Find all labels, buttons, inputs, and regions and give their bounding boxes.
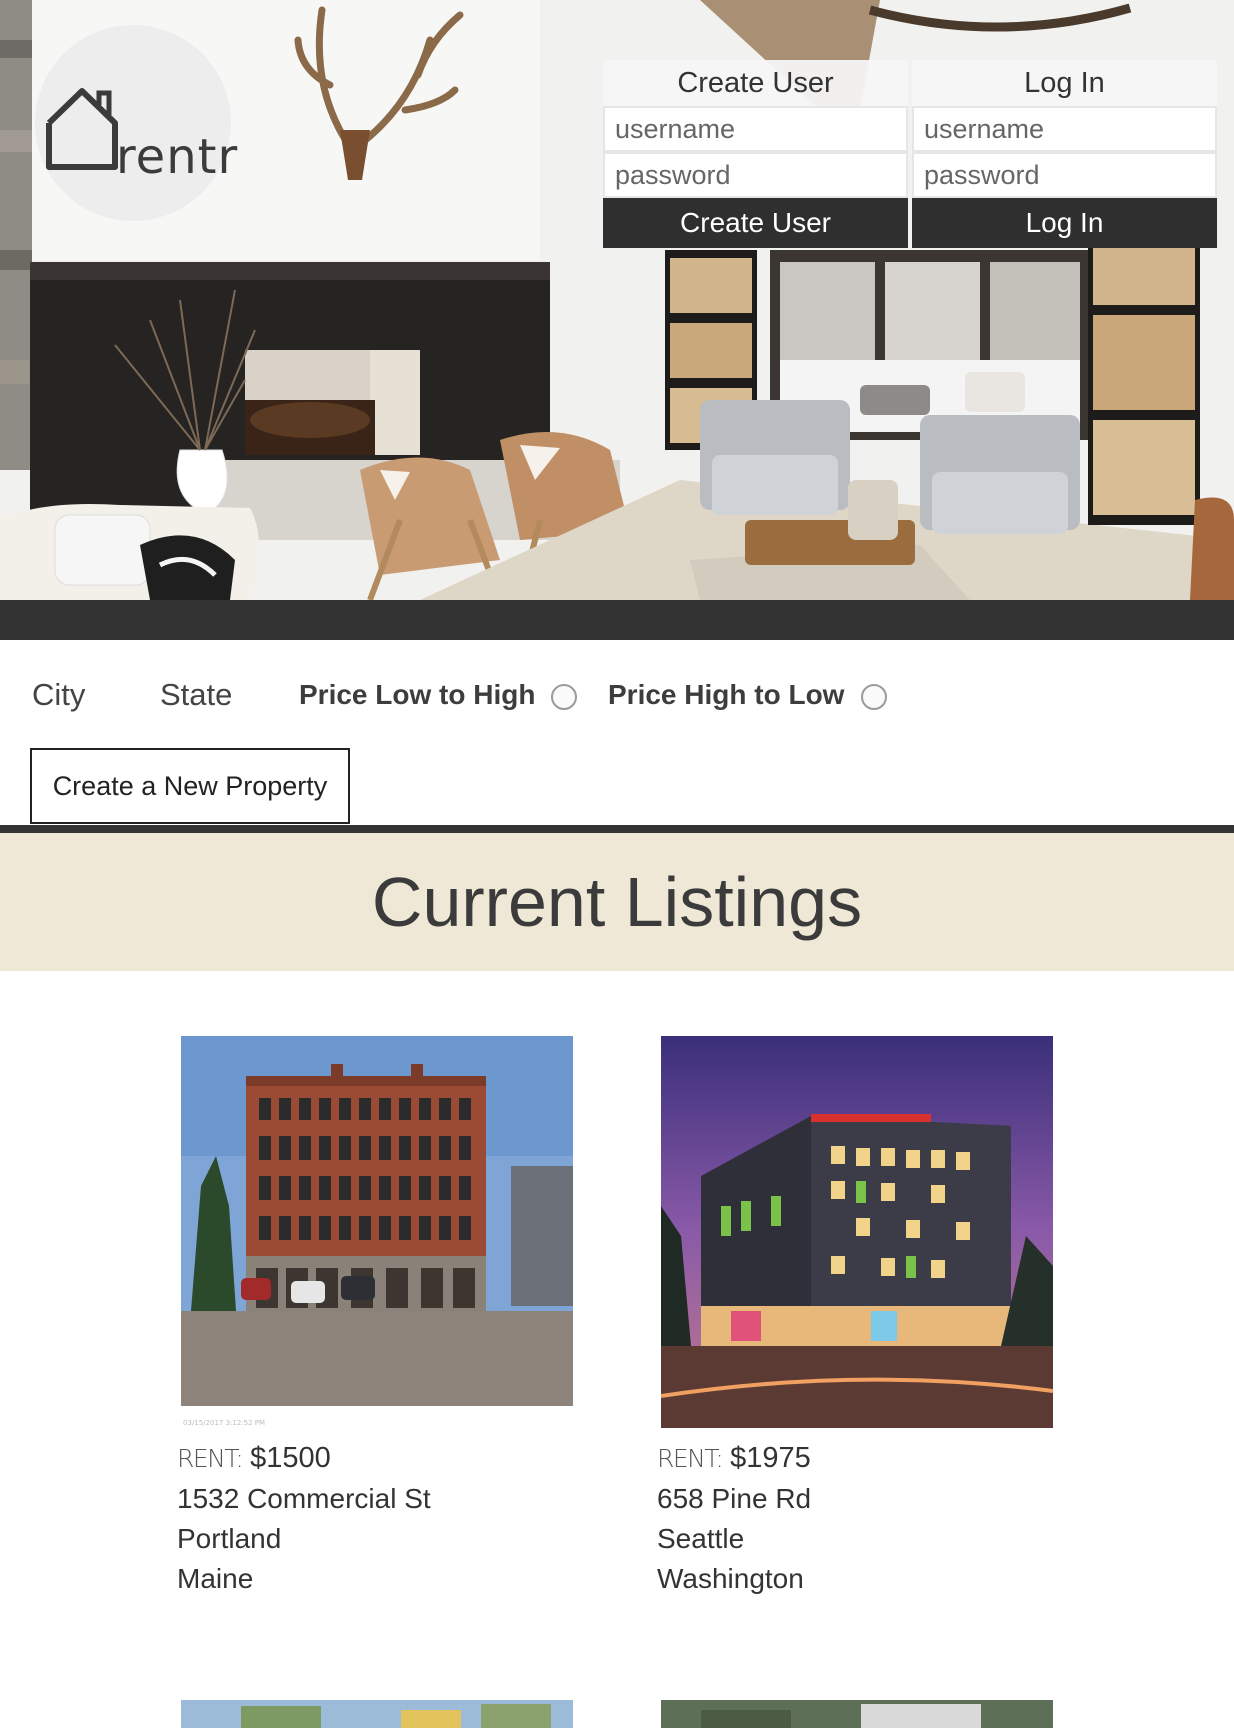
section-divider <box>0 825 1234 833</box>
create-user-button[interactable]: Create User <box>603 198 908 248</box>
logo-text: rentr <box>116 129 239 185</box>
login-username-input[interactable] <box>912 106 1217 152</box>
rent-price: $1500 <box>250 1442 331 1474</box>
sort-low-high-radio[interactable] <box>551 684 577 710</box>
rent-label: RENT: <box>177 1444 244 1473</box>
rent-label: RENT: <box>657 1444 724 1473</box>
login-button[interactable]: Log In <box>912 198 1217 248</box>
login-password-input[interactable] <box>912 152 1217 198</box>
listing-state: Maine <box>177 1563 254 1594</box>
rentr-logo[interactable]: rentr <box>35 25 237 221</box>
create-new-property-button[interactable]: Create a New Property <box>30 748 350 824</box>
listings-header: Current Listings <box>0 833 1234 971</box>
listing-state: Washington <box>657 1563 804 1594</box>
listing-info: RENT: $1975 658 Pine Rd Seattle Washingt… <box>657 1438 1057 1599</box>
login-title: Log In <box>912 60 1217 106</box>
listing-photo[interactable] <box>661 1036 1053 1428</box>
rent-row: RENT: $1500 <box>177 1438 577 1479</box>
hero-divider-band <box>0 600 1234 640</box>
create-user-panel: Create User Create User <box>603 60 908 248</box>
listing-address: 1532 Commercial St <box>177 1483 431 1514</box>
rent-price: $1975 <box>730 1442 811 1474</box>
filter-bar: City State Price Low to High Price High … <box>0 640 1234 825</box>
filter-city[interactable]: City <box>32 677 85 713</box>
listing-city: Portland <box>177 1523 282 1554</box>
listing-photo-partial[interactable] <box>661 1700 1053 1728</box>
create-password-input[interactable] <box>603 152 908 198</box>
sort-high-low-label: Price High to Low <box>608 679 845 710</box>
sort-low-high-label: Price Low to High <box>299 679 536 710</box>
login-panel: Log In Log In <box>912 60 1217 248</box>
create-user-title: Create User <box>603 60 908 106</box>
listing-photo-partial[interactable] <box>181 1700 573 1728</box>
listing-photo[interactable] <box>181 1036 573 1406</box>
listing-city: Seattle <box>657 1523 745 1554</box>
photo-timestamp: 03/15/2017 3:12:52 PM <box>183 1419 266 1427</box>
listing-address: 658 Pine Rd <box>657 1483 812 1514</box>
listings-title: Current Listings <box>371 863 863 941</box>
listing-info: RENT: $1500 1532 Commercial St Portland … <box>177 1438 577 1599</box>
hero-banner: rentr Create User Create User Log In Log… <box>0 0 1234 600</box>
create-username-input[interactable] <box>603 106 908 152</box>
filter-state[interactable]: State <box>160 677 232 713</box>
rent-row: RENT: $1975 <box>657 1438 1057 1479</box>
sort-high-low-radio[interactable] <box>861 684 887 710</box>
